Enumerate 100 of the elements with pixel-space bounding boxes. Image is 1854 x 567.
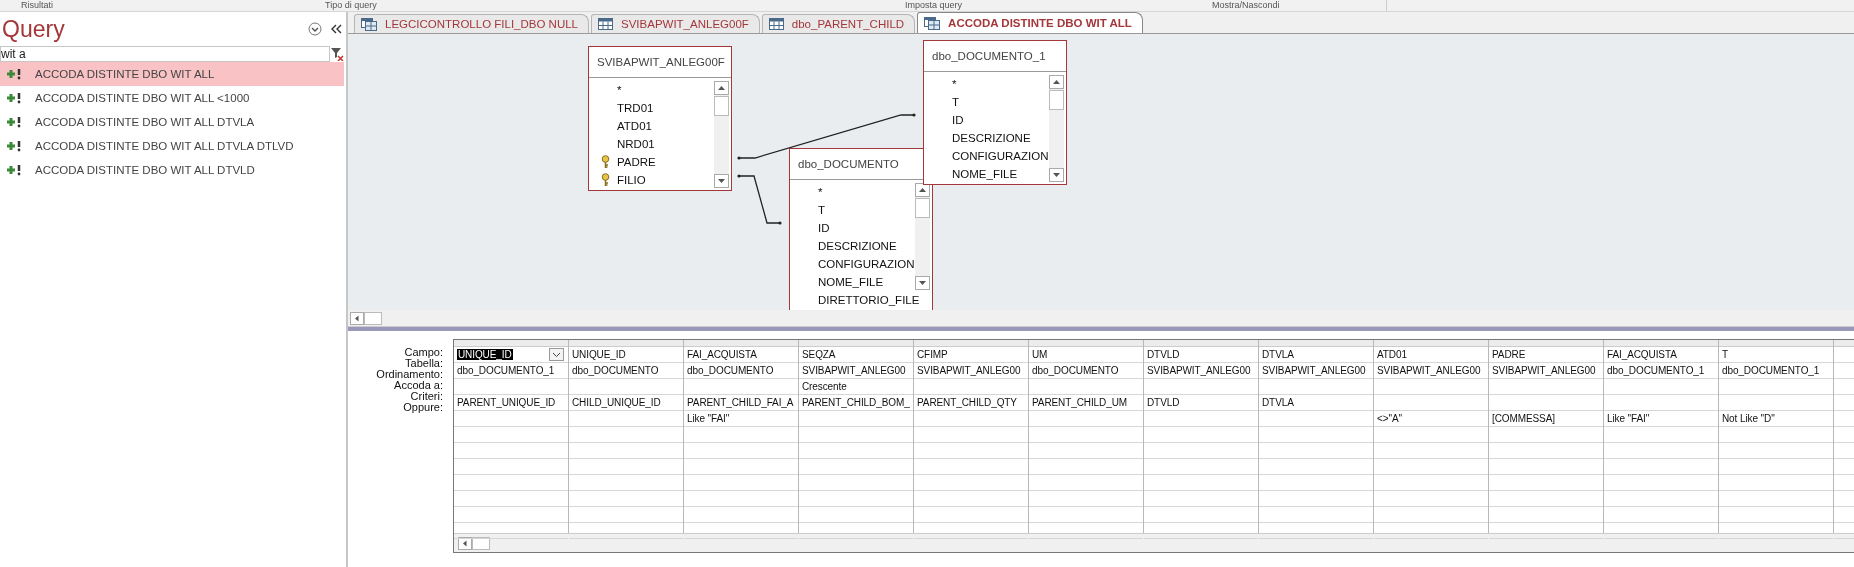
document-tab[interactable]: ACCODA DISTINTE DBO WIT ALL xyxy=(917,12,1143,33)
scroll-up-icon[interactable] xyxy=(714,81,729,95)
field-value-selected[interactable]: UNIQUE_ID xyxy=(457,349,513,360)
column-selector[interactable] xyxy=(799,340,913,347)
scroll-down-icon[interactable] xyxy=(915,276,930,290)
field-name[interactable]: NOME_FILE xyxy=(952,168,1018,180)
horizontal-scrollbar[interactable] xyxy=(454,533,1854,552)
grid-cell-text[interactable]: SVIBAPWIT_ANLEG00 xyxy=(1492,365,1596,376)
search-field[interactable]: wit a xyxy=(0,46,330,62)
collapse-icon[interactable] xyxy=(330,23,342,35)
scroll-thumb[interactable] xyxy=(714,96,729,116)
vertical-scrollbar[interactable] xyxy=(915,183,930,290)
column-selector[interactable] xyxy=(1834,340,1854,347)
grid-cell-text[interactable]: FAI_ACQUISTA xyxy=(1607,349,1677,360)
grid-cell-text[interactable]: SVIBAPWIT_ANLEG00 xyxy=(1147,365,1251,376)
field-name[interactable]: T xyxy=(818,204,826,216)
document-tab[interactable]: dbo_PARENT_CHILD xyxy=(761,14,916,33)
grid-cell-text[interactable]: SVIBAPWIT_ANLEG00 xyxy=(802,365,906,376)
column-selector[interactable] xyxy=(1604,340,1718,347)
grid-cell-text[interactable]: SVIBAPWIT_ANLEG00 xyxy=(1262,365,1366,376)
query-list-item[interactable]: ACCODA DISTINTE DBO WIT ALL DTVLA DTLVD xyxy=(0,134,346,158)
grid-cell-text[interactable]: FAI_ACQUISTA xyxy=(687,349,757,360)
grid-cell-text[interactable]: <>"A" xyxy=(1377,413,1402,424)
column-selector[interactable] xyxy=(1259,340,1373,347)
grid-cell-text[interactable]: [COMMESSA] xyxy=(1492,413,1555,424)
scroll-thumb[interactable] xyxy=(364,311,382,325)
grid-cell-text[interactable]: CFIMP xyxy=(917,349,948,360)
column-selector[interactable] xyxy=(569,340,683,347)
grid-cell-text[interactable]: Crescente xyxy=(802,381,847,392)
column-selector[interactable] xyxy=(1144,340,1258,347)
dropdown-icon[interactable] xyxy=(308,22,322,36)
field-name[interactable]: * xyxy=(617,84,622,96)
field-name[interactable]: CONFIGURAZION xyxy=(818,258,915,270)
grid-cell-text[interactable]: dbo_DOCUMENTO xyxy=(1032,365,1119,376)
grid-cell-text[interactable]: PARENT_UNIQUE_ID xyxy=(457,397,556,408)
grid-cell-text[interactable]: Like "FAI" xyxy=(1607,413,1650,424)
grid-cell-text[interactable]: DTVLA xyxy=(1262,397,1294,408)
grid-cell-text[interactable]: SVIBAPWIT_ANLEG00 xyxy=(917,365,1021,376)
column-selector[interactable] xyxy=(914,340,1028,347)
scroll-left-icon[interactable] xyxy=(350,311,364,325)
field-name[interactable]: TRD01 xyxy=(617,102,654,114)
grid-cell-text[interactable]: SVIBAPWIT_ANLEG00 xyxy=(1377,365,1481,376)
query-list-item[interactable]: ACCODA DISTINTE DBO WIT ALL DTVLD xyxy=(0,158,346,182)
scroll-down-icon[interactable] xyxy=(714,174,729,188)
clear-filter-icon[interactable] xyxy=(330,47,344,61)
scroll-up-icon[interactable] xyxy=(1049,75,1064,89)
field-name[interactable]: * xyxy=(952,78,957,90)
grid-cell-text[interactable]: DTVLD xyxy=(1147,349,1180,360)
field-name[interactable]: ID xyxy=(952,114,964,126)
column-selector[interactable] xyxy=(1489,340,1603,347)
table-field-list[interactable]: dbo_DOCUMENTO * T ID DESCRIZIONE CONFIGURAZION NOME_FILE DIRETTORIO_FILE xyxy=(789,148,933,310)
vertical-scrollbar[interactable] xyxy=(1049,75,1064,182)
field-name[interactable]: FILIO xyxy=(617,174,646,186)
grid-cell-text[interactable]: SEQZA xyxy=(802,349,836,360)
document-tab[interactable]: SVIBAPWIT_ANLEG00F xyxy=(591,14,760,33)
column-selector[interactable] xyxy=(684,340,798,347)
field-name[interactable]: * xyxy=(818,186,823,198)
grid-cell-text[interactable]: Not Like "D" xyxy=(1722,413,1775,424)
grid-cell-text[interactable]: dbo_DOCUMENTO xyxy=(687,365,774,376)
scroll-up-icon[interactable] xyxy=(915,183,930,197)
grid-cell-text[interactable]: DTVLD xyxy=(1147,397,1180,408)
field-name[interactable]: ID xyxy=(818,222,830,234)
field-name[interactable]: ATD01 xyxy=(617,120,652,132)
vertical-scrollbar[interactable] xyxy=(714,81,729,188)
column-selector[interactable] xyxy=(1719,340,1833,347)
table-field-list[interactable]: dbo_DOCUMENTO_1 * T ID DESCRIZIONE CONFIGURAZION NOME_FILE xyxy=(923,40,1067,185)
grid-cell-text[interactable]: PARENT_CHILD_UM xyxy=(1032,397,1127,408)
field-name[interactable]: PADRE xyxy=(617,156,656,168)
grid-cell-text[interactable]: dbo_DOCUMENTO_1 xyxy=(1722,365,1820,376)
grid-cell-text[interactable]: dbo_DOCUMENTO_1 xyxy=(1607,365,1705,376)
grid-cell-text[interactable]: dbo_DOCUMENTO xyxy=(572,365,659,376)
field-name[interactable]: DIRETTORIO_FILE xyxy=(818,294,920,306)
field-name[interactable]: DESCRIZIONE xyxy=(952,132,1031,144)
grid-cell-text[interactable]: Like "FAI" xyxy=(687,413,730,424)
column-selector[interactable] xyxy=(1029,340,1143,347)
grid-cell-text[interactable]: UM xyxy=(1032,349,1048,360)
query-list-item[interactable]: ACCODA DISTINTE DBO WIT ALL xyxy=(0,62,344,86)
grid-cell-text[interactable]: PARENT_CHILD_BOM_ xyxy=(802,397,910,408)
query-list-item[interactable]: ACCODA DISTINTE DBO WIT ALL DTVLA xyxy=(0,110,346,134)
grid-cell-text[interactable]: PARENT_CHILD_FAI_A xyxy=(687,397,794,408)
grid-cell-text[interactable]: DTVLA xyxy=(1262,349,1294,360)
table-field-list[interactable]: SVIBAPWIT_ANLEG00F * TRD01 ATD01 NRD01 PADRE FILIO xyxy=(588,46,732,191)
grid-cell-text[interactable]: ATD01 xyxy=(1377,349,1407,360)
grid-cell-text[interactable]: CHILD_UNIQUE_ID xyxy=(572,397,661,408)
scroll-left-icon[interactable] xyxy=(458,536,472,550)
grid-cell-text[interactable]: PADRE xyxy=(1492,349,1526,360)
scroll-down-icon[interactable] xyxy=(1049,168,1064,182)
query-list-item[interactable]: ACCODA DISTINTE DBO WIT ALL <1000 xyxy=(0,86,346,110)
field-name[interactable]: T xyxy=(952,96,960,108)
field-name[interactable]: CONFIGURAZION xyxy=(952,150,1049,162)
grid-cell-text[interactable]: UNIQUE_ID xyxy=(572,349,626,360)
grid-cell-text[interactable]: T xyxy=(1722,349,1728,360)
field-name[interactable]: NOME_FILE xyxy=(818,276,884,288)
scroll-thumb[interactable] xyxy=(915,198,930,218)
scroll-thumb[interactable] xyxy=(1049,90,1064,110)
field-name[interactable]: NRD01 xyxy=(617,138,655,150)
grid-cell-text[interactable]: PARENT_CHILD_QTY xyxy=(917,397,1017,408)
column-selector[interactable] xyxy=(1374,340,1488,347)
horizontal-scrollbar[interactable] xyxy=(348,310,1854,327)
field-name[interactable]: DESCRIZIONE xyxy=(818,240,897,252)
